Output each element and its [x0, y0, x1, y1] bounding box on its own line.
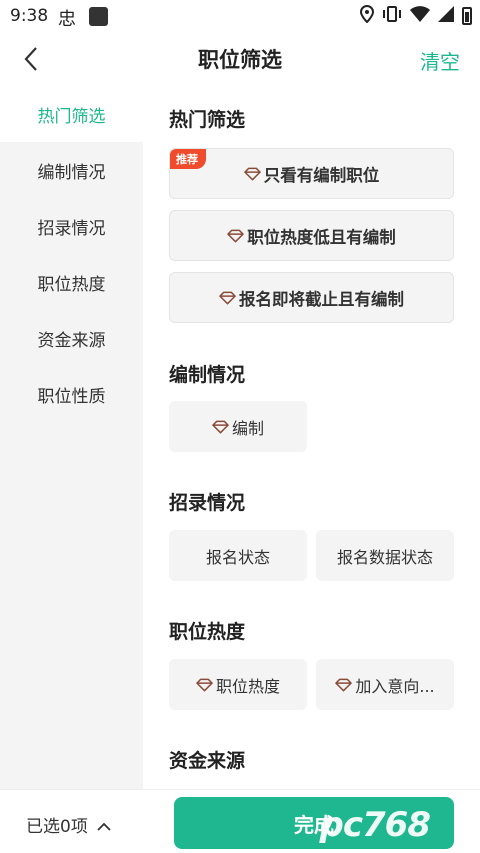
section-title-heat: 职位热度: [169, 621, 246, 643]
wifi-icon: [410, 6, 430, 26]
done-button[interactable]: 完成 pc768: [174, 797, 454, 849]
option-label: 报名即将截止且有编制: [239, 289, 404, 309]
diamond-icon: [335, 678, 353, 691]
header: 职位筛选 清空: [0, 34, 480, 84]
option-label: 加入意向...: [355, 676, 435, 696]
diamond-icon: [243, 167, 261, 180]
option-position-heat[interactable]: 职位热度: [169, 659, 307, 710]
selected-count-label: 已选0项: [26, 817, 88, 837]
sidebar: 热门筛选 编制情况 招录情况 职位热度 资金来源 职位性质: [0, 86, 143, 789]
chevron-up-icon: [97, 822, 111, 831]
option-apply-data-status[interactable]: 报名数据状态: [316, 530, 454, 581]
diamond-icon: [196, 678, 213, 691]
sidebar-item-staffing[interactable]: 编制情况: [0, 142, 143, 198]
filter-panel: 热门筛选 推荐 只看有编制职位 职位热度低且有编制 报名即将截止且有编制 编制情…: [143, 86, 480, 789]
recommend-badge: 推荐: [170, 149, 206, 169]
diamond-icon: [212, 420, 229, 433]
option-only-staffed[interactable]: 推荐 只看有编制职位: [169, 148, 454, 199]
sidebar-item-heat[interactable]: 职位热度: [0, 254, 143, 310]
option-label: 只看有编制职位: [263, 165, 380, 185]
option-low-heat-staffed[interactable]: 职位热度低且有编制: [169, 210, 454, 261]
sidebar-item-hot[interactable]: 热门筛选: [0, 86, 143, 142]
diamond-icon: [219, 291, 236, 304]
section-title-recruit: 招录情况: [169, 492, 246, 514]
battery-icon: [462, 7, 472, 25]
option-staffed[interactable]: 编制: [169, 401, 307, 452]
status-bar: 9:38 忠: [0, 0, 480, 34]
sidebar-item-fund[interactable]: 资金来源: [0, 310, 143, 366]
clear-button[interactable]: 清空: [420, 46, 460, 75]
option-deadline-staffed[interactable]: 报名即将截止且有编制: [169, 272, 454, 323]
selected-count-toggle[interactable]: 已选0项: [26, 812, 111, 837]
location-icon: [359, 4, 375, 27]
section-title-fund: 资金来源: [169, 750, 246, 772]
option-label: 报名数据状态: [336, 547, 433, 567]
bottom-bar: 已选0项 完成 pc768: [0, 789, 480, 853]
diamond-icon: [227, 229, 245, 242]
option-apply-status[interactable]: 报名状态: [169, 530, 307, 581]
page-title: 职位筛选: [198, 48, 282, 72]
section-title-hot: 热门筛选: [169, 109, 246, 131]
option-join-intent[interactable]: 加入意向...: [316, 659, 454, 710]
option-label: 报名状态: [205, 547, 270, 567]
option-label: 职位热度低且有编制: [247, 227, 396, 247]
option-label: 编制: [231, 418, 264, 438]
app-icon: [89, 7, 108, 26]
signal-icon: [438, 6, 454, 26]
vibrate-icon: [382, 5, 402, 27]
option-label: 职位热度: [215, 676, 280, 696]
bug-icon: 忠: [58, 9, 76, 30]
section-title-staffing: 编制情况: [169, 364, 246, 386]
status-icons: [359, 4, 472, 27]
sidebar-item-recruit[interactable]: 招录情况: [0, 198, 143, 254]
status-time: 9:38: [10, 6, 49, 26]
sidebar-item-nature[interactable]: 职位性质: [0, 366, 143, 422]
watermark-logo: pc768: [319, 805, 431, 845]
